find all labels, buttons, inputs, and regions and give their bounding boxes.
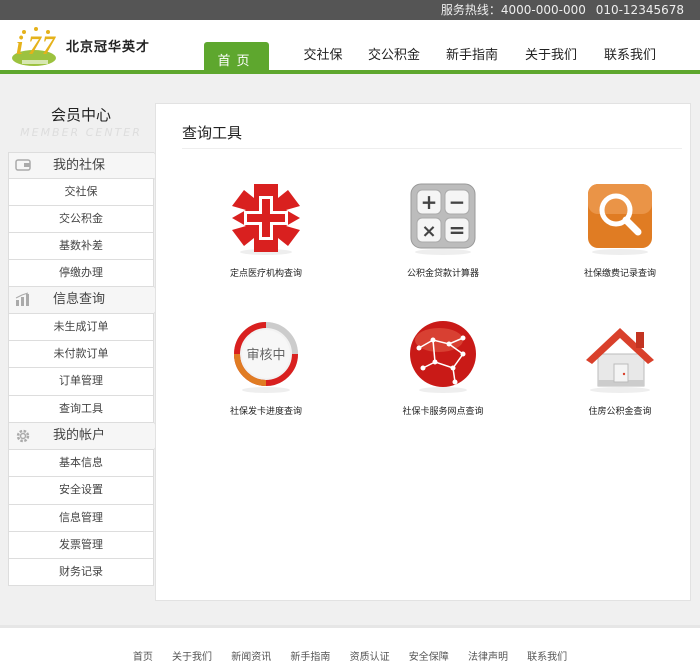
house-icon — [582, 318, 658, 394]
sidebar-item[interactable]: 查询工具 — [8, 396, 154, 423]
sidebar-item[interactable]: 未生成订单 — [8, 314, 154, 341]
progress-badge-text: 审核中 — [246, 348, 285, 363]
nav-underline — [0, 70, 700, 74]
footer-link[interactable]: 新闻资讯 — [231, 652, 271, 663]
sidebar-title: 会员中心 — [50, 106, 111, 124]
nav-housing-fund[interactable]: 交公积金 — [364, 20, 424, 70]
sidebar-item[interactable]: 发票管理 — [8, 532, 154, 559]
magnifier-icon — [582, 180, 658, 256]
footer-link[interactable]: 资质认证 — [350, 652, 390, 663]
sidebar-item[interactable]: 未付款订单 — [8, 341, 154, 368]
nav-about[interactable]: 关于我们 — [521, 20, 581, 70]
sidebar-category-label: 我的社保 — [53, 158, 106, 173]
svg-text:=: = — [449, 218, 466, 242]
sidebar-item[interactable]: 订单管理 — [8, 368, 154, 396]
sidebar-category-label: 我的帐户 — [53, 428, 106, 443]
sidebar-category-label: 信息查询 — [53, 292, 106, 307]
svg-text:×: × — [421, 221, 436, 242]
svg-text:−: − — [449, 190, 466, 214]
medical-cross-icon — [228, 180, 304, 256]
progress-ring-icon: 审核中 — [228, 318, 304, 394]
sidebar: 我的社保 交社保 交公积金 基数补差 停缴办理 信息查询 未生成订单 未付款订单… — [8, 152, 164, 586]
page-title: 查询工具 — [182, 124, 243, 142]
sidebar-category-social[interactable]: 我的社保 — [8, 152, 164, 180]
sidebar-item[interactable]: 基数补差 — [8, 233, 154, 260]
calculator-icon: + − × = — [405, 180, 481, 256]
tool-medical-institution-query[interactable]: 定点医疗机构查询 — [191, 180, 341, 279]
tool-housing-fund-query[interactable]: 住房公积金查询 — [545, 318, 695, 417]
sidebar-category-query[interactable]: 信息查询 — [8, 286, 164, 314]
sidebar-category-account[interactable]: 我的帐户 — [8, 422, 164, 450]
footer-link[interactable]: 联系我们 — [527, 652, 567, 663]
sidebar-item[interactable]: 停缴办理 — [8, 260, 154, 287]
main-nav: 首页 交社保 交公积金 新手指南 关于我们 联系我们 — [0, 20, 700, 72]
nav-contact[interactable]: 联系我们 — [600, 20, 660, 70]
hotline: 服务热线：4000-000-000 010-12345678 — [435, 0, 684, 20]
nav-home[interactable]: 首页 — [204, 42, 269, 72]
footer-link[interactable]: 法律声明 — [468, 652, 508, 663]
network-globe-icon — [405, 318, 481, 394]
sidebar-item[interactable]: 财务记录 — [8, 559, 154, 586]
footer-link[interactable]: 安全保障 — [409, 652, 449, 663]
tool-label: 公积金贷款计算器 — [406, 269, 479, 279]
tool-label: 社保卡服务网点查询 — [402, 407, 484, 417]
tool-social-payment-query[interactable]: 社保缴费记录查询 — [545, 180, 695, 279]
tool-label: 社保缴费记录查询 — [583, 269, 656, 279]
tool-label: 社保发卡进度查询 — [229, 407, 302, 417]
sidebar-item[interactable]: 交社保 — [8, 179, 154, 206]
footer-link[interactable]: 首页 — [133, 652, 153, 663]
sidebar-item[interactable]: 交公积金 — [8, 206, 154, 233]
tool-housing-loan-calculator[interactable]: + − × = 公积金贷款计算器 — [368, 180, 518, 279]
wallet-icon — [15, 158, 31, 174]
nav-guide[interactable]: 新手指南 — [442, 20, 502, 70]
sidebar-item[interactable]: 安全设置 — [8, 477, 154, 505]
footer-link[interactable]: 关于我们 — [172, 652, 212, 663]
sidebar-item[interactable]: 信息管理 — [8, 505, 154, 532]
tool-label: 住房公积金查询 — [588, 407, 652, 417]
footer-link[interactable]: 新手指南 — [290, 652, 330, 663]
svg-text:+: + — [421, 190, 438, 214]
title-divider — [182, 148, 682, 149]
tool-service-outlet-query[interactable]: 社保卡服务网点查询 — [368, 318, 518, 417]
sidebar-subtitle: MEMBER CENTER — [20, 126, 142, 139]
nav-social-insurance[interactable]: 交社保 — [293, 20, 353, 70]
footer: 首页 关于我们 新闻资讯 新手指南 资质认证 安全保障 法律声明 联系我们 — [0, 625, 700, 672]
tool-card-progress-query[interactable]: 审核中 社保发卡进度查询 — [191, 318, 341, 417]
bar-chart-icon — [15, 292, 31, 308]
top-bar: 服务热线：4000-000-000 010-12345678 — [0, 0, 700, 20]
footer-links: 首页 关于我们 新闻资讯 新手指南 资质认证 安全保障 法律声明 联系我们 — [0, 648, 700, 663]
main-panel: 查询工具 定点医疗机构查询 + − × = 公积金贷款计算器 社保缴费记录查询 … — [155, 103, 691, 601]
hotline-label: 服务热线：4000-000-000 — [440, 3, 586, 17]
hotline-phone-2: 010-12345678 — [595, 3, 684, 17]
gear-icon — [15, 428, 31, 444]
sidebar-item[interactable]: 基本信息 — [8, 450, 154, 477]
tool-label: 定点医疗机构查询 — [229, 269, 302, 279]
